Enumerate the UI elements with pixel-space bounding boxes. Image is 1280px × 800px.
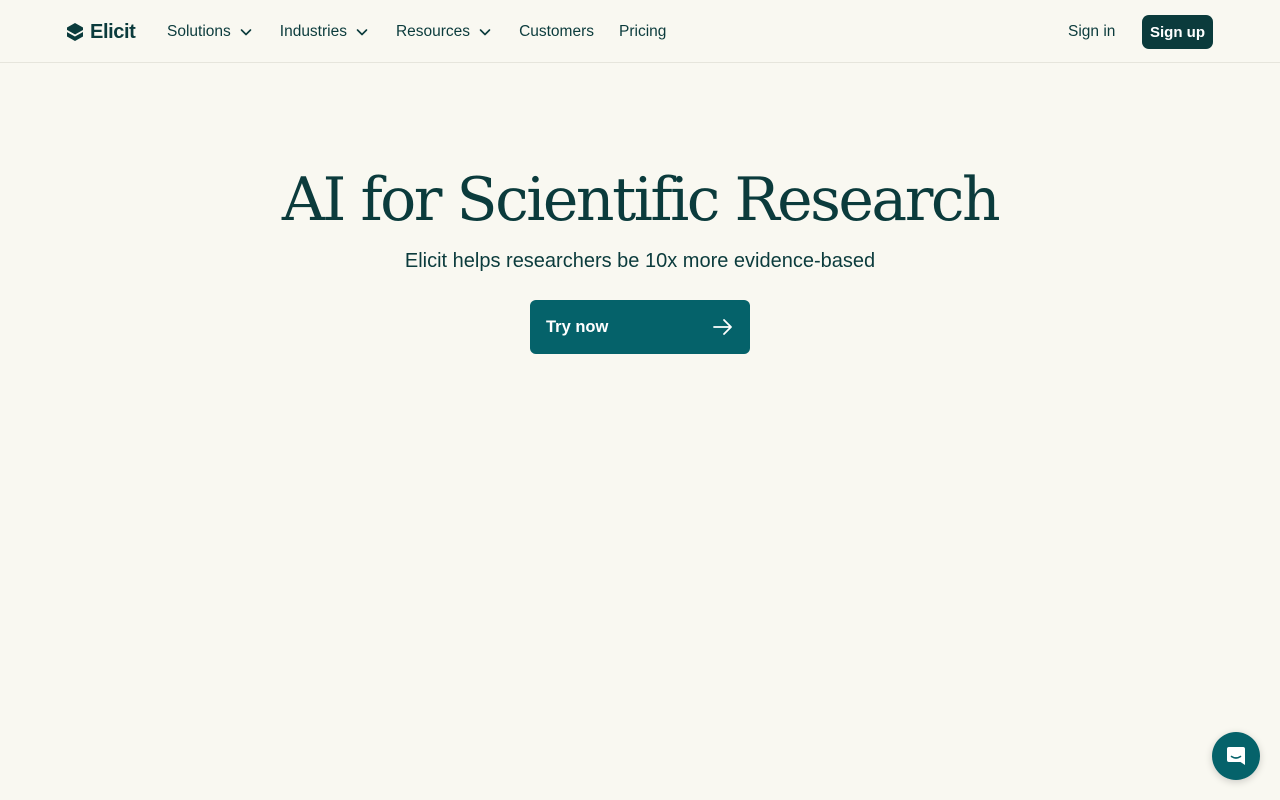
top-navigation-bar: Elicit Solutions Industries Resources Cu… bbox=[0, 0, 1280, 63]
sign-in-link[interactable]: Sign in bbox=[1068, 20, 1115, 44]
nav-item-resources[interactable]: Resources bbox=[396, 23, 492, 41]
nav-item-label: Industries bbox=[279, 23, 347, 40]
brand-name: Elicit bbox=[90, 20, 136, 43]
chevron-down-icon bbox=[479, 29, 491, 36]
page: Elicit Solutions Industries Resources Cu… bbox=[0, 0, 1280, 800]
chat-bubble-icon bbox=[1227, 747, 1245, 765]
nav-item-label: Solutions bbox=[167, 23, 231, 40]
nav-item-label: Customers bbox=[519, 23, 594, 40]
nav-item-label: Pricing bbox=[619, 23, 667, 40]
try-now-label: Try now bbox=[546, 317, 609, 336]
try-now-button[interactable]: Try now bbox=[530, 300, 750, 354]
chat-launcher-button[interactable] bbox=[1212, 732, 1260, 780]
chevron-down-icon bbox=[356, 29, 368, 36]
elicit-logo-icon bbox=[67, 23, 83, 41]
nav-item-solutions[interactable]: Solutions bbox=[167, 23, 253, 41]
nav-item-industries[interactable]: Industries bbox=[280, 23, 369, 41]
arrow-right-icon bbox=[713, 319, 732, 335]
hero-title: AI for Scientific Research bbox=[281, 165, 1001, 235]
hero-subtitle: Elicit helps researchers be 10x more evi… bbox=[404, 250, 876, 272]
nav-item-label: Resources bbox=[395, 23, 471, 40]
nav-item-pricing[interactable]: Pricing bbox=[619, 23, 666, 41]
main-nav: Solutions Industries Resources Customers bbox=[167, 20, 691, 44]
brand-logo-link[interactable]: Elicit bbox=[66, 20, 136, 44]
nav-item-customers[interactable]: Customers bbox=[519, 23, 594, 41]
chevron-down-icon bbox=[240, 29, 252, 36]
sign-up-button[interactable]: Sign up bbox=[1142, 15, 1213, 49]
